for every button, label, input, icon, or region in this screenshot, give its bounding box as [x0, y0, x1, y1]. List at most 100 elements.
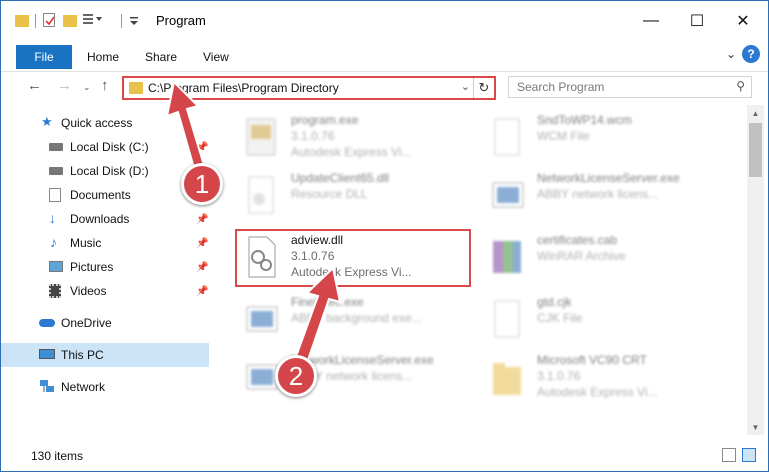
exe-file-icon [243, 115, 279, 159]
file-name: Microsoft VC90 CRT [537, 353, 647, 367]
refresh-icon[interactable]: ↻ [473, 78, 494, 98]
help-icon[interactable]: ? [742, 45, 760, 63]
music-icon: ♪ [50, 234, 57, 250]
sidebar-item-label: OneDrive [61, 316, 112, 330]
drive-icon [49, 143, 63, 151]
search-placeholder: Search Program [517, 80, 605, 94]
file-item[interactable]: FineExec.exe ABBY background exe... [235, 291, 475, 347]
file-version: 3.1.0.76 [537, 369, 581, 383]
callout-badge-2: 2 [275, 355, 317, 397]
close-button[interactable]: ✕ [720, 1, 766, 41]
sidebar-item-label: Quick access [61, 116, 133, 130]
file-item[interactable]: SndToWP14.wcm WCM File [481, 109, 721, 165]
sidebar-item-videos[interactable]: Videos 📌 [1, 279, 209, 303]
maximize-button[interactable]: ☐ [674, 1, 720, 41]
sidebar-item-network[interactable]: Network [1, 375, 209, 399]
sidebar-item-local-disk-d[interactable]: Local Disk (D:) [1, 159, 209, 183]
separator [121, 14, 122, 28]
vertical-scrollbar[interactable]: ▲ ▼ [747, 105, 764, 435]
pin-icon: 📌 [196, 213, 209, 225]
folder-icon [15, 15, 29, 27]
file-item[interactable]: certificates.cab WinRAR Archive [481, 229, 721, 285]
file-item[interactable]: gtd.cjk CJK File [481, 291, 721, 347]
file-description: Autodesk Express Vi... [291, 145, 412, 159]
forward-arrow-icon[interactable]: → [57, 77, 72, 94]
sidebar-item-label: Local Disk (D:) [70, 164, 149, 178]
navigation-pane: ★ Quick access Local Disk (C:) 📌 Local D… [1, 105, 213, 435]
highlight-box [235, 229, 471, 287]
file-name: FineExec.exe [291, 295, 364, 309]
details-view-icon[interactable] [722, 448, 736, 462]
recent-locations-chevron-icon[interactable]: ⌄ [83, 82, 91, 93]
drive-icon [49, 167, 63, 175]
window-title: Program [156, 13, 206, 28]
generic-file-icon [489, 297, 525, 341]
callout-badge-1: 1 [181, 163, 223, 205]
file-item[interactable]: NetworkLicenseServer.exe ABBY network li… [235, 349, 475, 405]
file-name: UpdateClient65.dll [291, 171, 390, 185]
pin-icon: 📌 [196, 141, 209, 153]
pin-icon: 📌 [196, 237, 209, 249]
documents-icon [49, 188, 61, 202]
file-item[interactable]: UpdateClient65.dll Resource DLL [235, 167, 475, 223]
customize-toolbar-icon[interactable] [83, 13, 102, 27]
expand-ribbon-icon[interactable]: ⌄ [726, 47, 736, 61]
sidebar-item-label: Local Disk (C:) [70, 140, 149, 154]
computer-icon [39, 349, 55, 359]
address-path[interactable]: C:\Program Files\Program Directory [148, 81, 339, 95]
explorer-window: Program — ☐ ✕ File Home Share View ⌄ ? ←… [0, 0, 769, 472]
file-name: NetworkLicenseServer.exe [537, 171, 680, 185]
sidebar-item-onedrive[interactable]: OneDrive [1, 311, 209, 335]
file-item[interactable]: program.exe 3.1.0.76 Autodesk Express Vi… [235, 109, 475, 165]
download-icon: ↓ [49, 210, 56, 226]
videos-icon [49, 284, 61, 298]
tab-file[interactable]: File [16, 45, 72, 69]
tab-home[interactable]: Home [87, 50, 119, 64]
scroll-thumb[interactable] [749, 123, 762, 177]
search-input[interactable]: Search Program ⚲ [508, 76, 752, 98]
minimize-button[interactable]: — [628, 1, 674, 41]
file-version: Resource DLL [291, 187, 368, 201]
scroll-up-icon[interactable]: ▲ [747, 105, 764, 121]
dll-file-icon [243, 173, 279, 217]
up-arrow-icon[interactable]: ↑ [101, 77, 109, 94]
tab-view[interactable]: View [203, 50, 229, 64]
separator [35, 14, 36, 28]
dropdown-icon[interactable] [129, 16, 139, 32]
file-version: 3.1.0.76 [291, 129, 335, 143]
scroll-down-icon[interactable]: ▼ [747, 419, 764, 435]
navigation-bar: ← → ⌄ ↑ C:\Program Files\Program Directo… [1, 71, 768, 103]
address-bar[interactable]: C:\Program Files\Program Directory ⌄ ↻ [122, 76, 496, 100]
sidebar-item-quick-access[interactable]: ★ Quick access [1, 111, 209, 135]
sidebar-item-label: Downloads [70, 212, 130, 226]
file-version: ABBY background exe... [291, 311, 422, 325]
ribbon-tabs: File Home Share View ⌄ ? [1, 41, 768, 72]
sidebar-item-documents[interactable]: Documents 📌 [1, 183, 209, 207]
sidebar-item-downloads[interactable]: ↓ Downloads 📌 [1, 207, 209, 231]
pictures-icon [49, 261, 63, 272]
search-icon: ⚲ [736, 79, 745, 93]
back-arrow-icon[interactable]: ← [27, 77, 42, 94]
sidebar-item-label: This PC [61, 348, 104, 362]
exe-file-icon [243, 355, 279, 399]
status-bar: 130 items [1, 441, 768, 471]
file-name: program.exe [291, 113, 359, 127]
properties-icon[interactable] [43, 13, 55, 27]
chevron-down-icon[interactable]: ⌄ [461, 80, 470, 93]
tab-share[interactable]: Share [145, 50, 177, 64]
large-icons-view-icon[interactable] [742, 448, 756, 462]
title-bar: Program — ☐ ✕ [1, 1, 768, 41]
file-version: ABBY network licens... [537, 187, 659, 201]
pin-icon: 📌 [196, 285, 209, 297]
file-description: Autodesk Express Vi... [537, 385, 658, 399]
file-name: SndToWP14.wcm [537, 113, 632, 127]
file-item[interactable]: Microsoft VC90 CRT 3.1.0.76 Autodesk Exp… [481, 349, 721, 405]
file-version: WCM File [537, 129, 590, 143]
sidebar-item-local-disk-c[interactable]: Local Disk (C:) 📌 [1, 135, 209, 159]
item-count: 130 items [31, 449, 84, 463]
file-item[interactable]: NetworkLicenseServer.exe ABBY network li… [481, 167, 721, 223]
sidebar-item-this-pc[interactable]: This PC [1, 343, 209, 367]
sidebar-item-music[interactable]: ♪ Music 📌 [1, 231, 209, 255]
sidebar-item-pictures[interactable]: Pictures 📌 [1, 255, 209, 279]
new-folder-icon[interactable] [63, 15, 77, 27]
